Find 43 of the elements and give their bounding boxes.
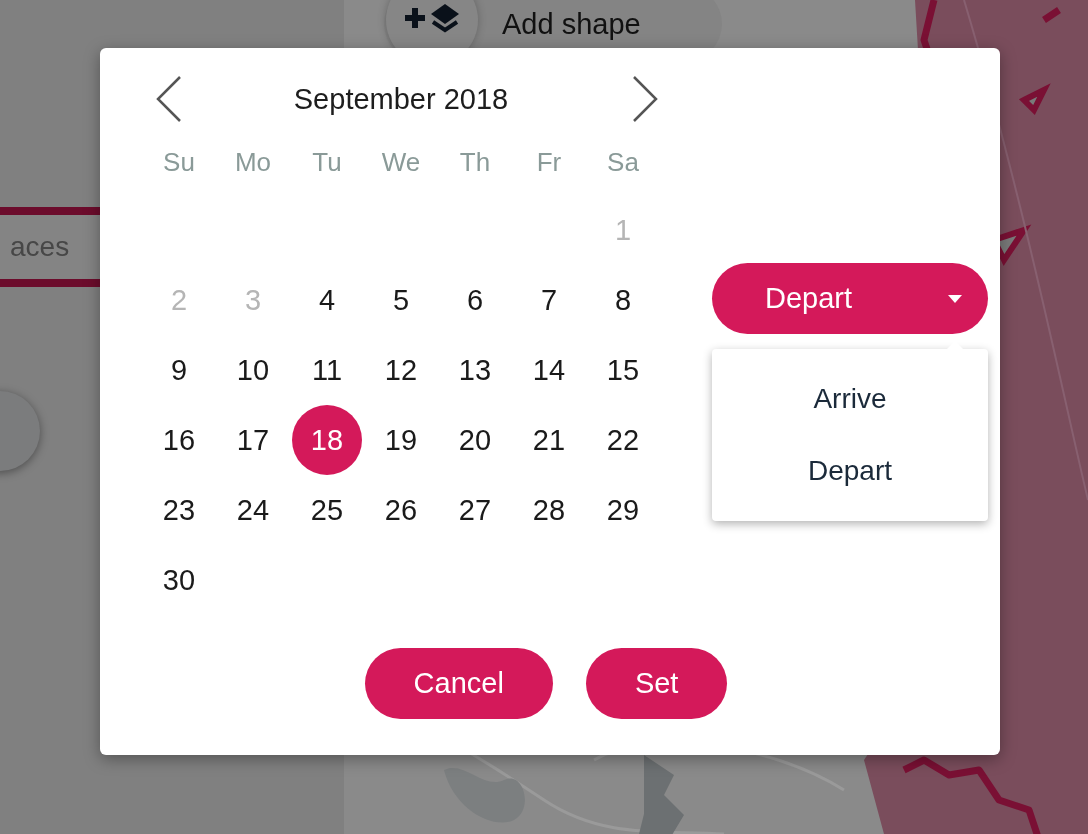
weekday-label: Mo [234, 146, 272, 178]
weekday-label: Tu [312, 146, 342, 178]
calendar-day[interactable]: 4 [292, 265, 362, 335]
calendar-day[interactable]: 11 [292, 335, 362, 405]
next-month-button[interactable] [630, 75, 660, 123]
menu-option[interactable]: Arrive [805, 363, 895, 435]
calendar-day[interactable]: 14 [514, 335, 584, 405]
calendar-day[interactable]: 19 [366, 405, 436, 475]
calendar-day[interactable]: 5 [366, 265, 436, 335]
month-title: September 2018 [293, 82, 509, 116]
weekday-label: Su [163, 146, 195, 178]
previous-month-button[interactable] [154, 75, 184, 123]
menu-option[interactable]: Depart [799, 435, 900, 507]
weekday-label: We [381, 146, 421, 178]
calendar-day[interactable]: 10 [218, 335, 288, 405]
calendar-day[interactable]: 17 [218, 405, 288, 475]
calendar-day[interactable]: 29 [588, 475, 658, 545]
calendar-day[interactable]: 20 [440, 405, 510, 475]
calendar-day[interactable]: 13 [440, 335, 510, 405]
cancel-button[interactable]: Cancel [364, 648, 553, 719]
calendar-day[interactable]: 8 [588, 265, 658, 335]
weekday-label: Th [459, 146, 491, 178]
caret-icon [948, 294, 962, 303]
calendar-day[interactable]: 26 [366, 475, 436, 545]
calendar-day[interactable]: 15 [588, 335, 658, 405]
calendar-day[interactable]: 30 [144, 545, 214, 615]
calendar-day[interactable]: 6 [440, 265, 510, 335]
set-button[interactable]: Set [585, 648, 728, 719]
calendar-day[interactable]: 16 [144, 405, 214, 475]
calendar-day[interactable]: 25 [292, 475, 362, 545]
calendar-day[interactable]: 7 [514, 265, 584, 335]
weekday-label: Fr [536, 146, 562, 178]
calendar-day[interactable]: 12 [366, 335, 436, 405]
calendar-day[interactable]: 23 [144, 475, 214, 545]
calendar-day[interactable]: 28 [514, 475, 584, 545]
weekday-label: Sa [607, 146, 639, 178]
calendar-day[interactable]: 9 [144, 335, 214, 405]
calendar-day[interactable]: 22 [588, 405, 658, 475]
calendar-day[interactable]: 21 [514, 405, 584, 475]
calendar-day[interactable]: 18 [292, 405, 362, 475]
mode-dropdown[interactable]: Depart [712, 263, 988, 334]
calendar-day[interactable]: 24 [218, 475, 288, 545]
calendar-day[interactable]: 27 [440, 475, 510, 545]
